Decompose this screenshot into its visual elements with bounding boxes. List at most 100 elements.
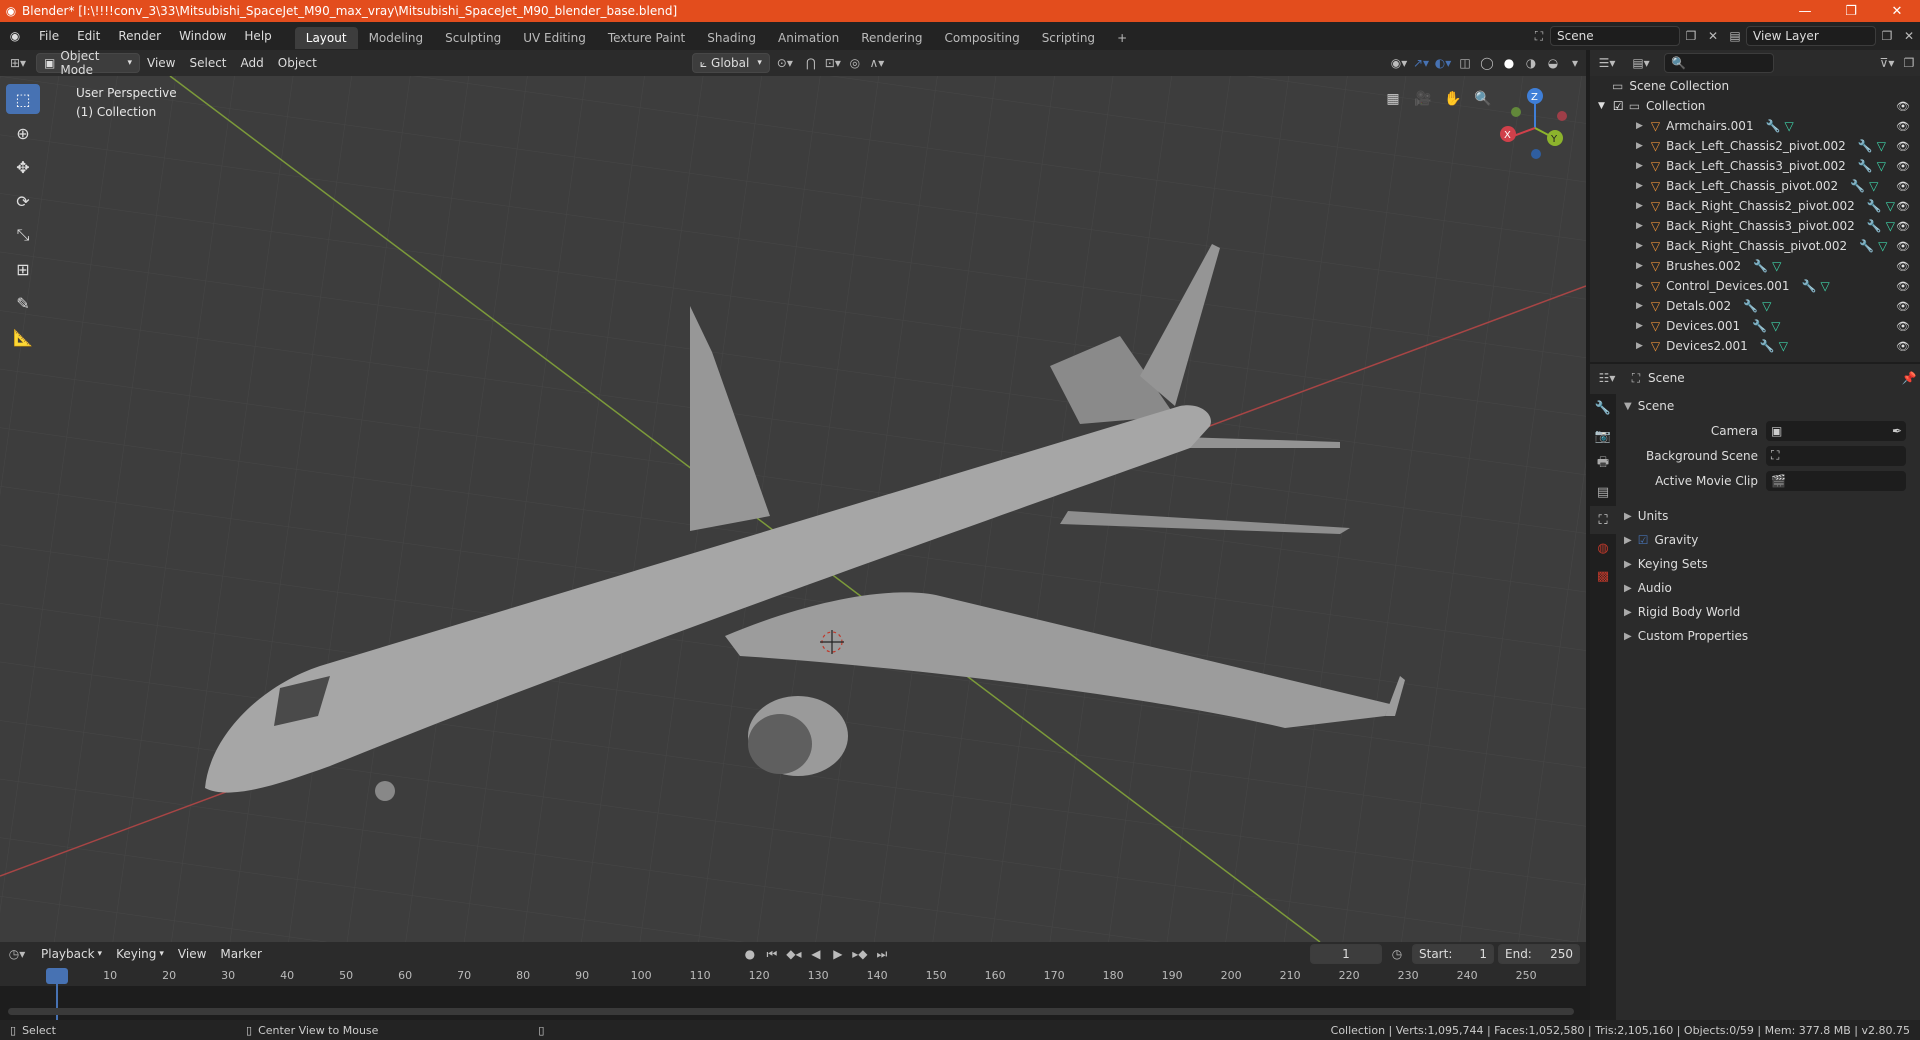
wireframe-shading-icon[interactable]: ◯ [1476,53,1498,73]
measure-tool-icon[interactable]: 📐 [6,322,40,352]
properties-editor-icon[interactable]: ☷▾ [1590,368,1624,388]
eye-icon[interactable]: 👁 [1896,320,1910,333]
outliner-item[interactable]: ▶ ▽ Back_Left_Chassis3_pivot.002 🔧 ▽ 👁 [1590,156,1920,176]
outliner-item[interactable]: ▶ ▽ Control_Devices.001 🔧 ▽ 👁 [1590,276,1920,296]
record-icon[interactable]: ● [739,944,761,964]
menu-playback[interactable]: Playback ▾ [34,944,109,964]
editor-type-icon[interactable]: ⊞▾ [0,53,36,73]
expand-arrow-icon[interactable]: ▶ [1636,141,1643,151]
eye-icon[interactable]: 👁 [1896,220,1910,233]
expand-arrow-icon[interactable]: ▶ [1636,341,1643,351]
modifier-wrench-icon[interactable]: 🔧 [1760,339,1775,353]
modifier-wrench-icon[interactable]: 🔧 [1858,159,1873,173]
outliner-item[interactable]: ▶ ▽ Brushes.002 🔧 ▽ 👁 [1590,256,1920,276]
tab-layout[interactable]: Layout [294,27,358,49]
mesh-data-icon[interactable]: ▽ [1772,259,1781,273]
timeline-scrollbar[interactable] [8,1008,1574,1015]
mesh-data-icon[interactable]: ▽ [1779,339,1788,353]
current-frame-field[interactable]: 1 [1310,944,1382,964]
gizmo-neg-z[interactable] [1531,149,1541,159]
mesh-data-icon[interactable]: ▽ [1771,319,1780,333]
eye-icon[interactable]: 👁 [1896,120,1910,133]
eye-icon[interactable]: 👁 [1896,200,1910,213]
new-scene-icon[interactable]: ❐ [1680,26,1702,46]
expand-arrow-icon[interactable]: ▶ [1636,241,1643,251]
gizmo-neg-x[interactable] [1557,111,1567,121]
tab-rendering[interactable]: Rendering [850,27,933,49]
keying-sets-panel[interactable]: ▶ Keying Sets [1616,552,1920,576]
modifier-wrench-icon[interactable]: 🔧 [1867,199,1882,213]
proportional-edit-icon[interactable]: ◎ [844,53,866,73]
mesh-data-icon[interactable]: ▽ [1886,199,1895,213]
next-keyframe-icon[interactable]: ▸◆ [849,944,871,964]
menu-file[interactable]: File [30,22,68,50]
play-reverse-icon[interactable]: ◀ [805,944,827,964]
menu-keying[interactable]: Keying ▾ [109,944,171,964]
view-layer-tab-icon[interactable]: ▤ [1590,478,1616,506]
menu-select[interactable]: Select [182,53,233,73]
shading-options-icon[interactable]: ▾ [1564,53,1586,73]
mesh-data-icon[interactable]: ▽ [1821,279,1830,293]
timeline-editor-icon[interactable]: ◷▾ [0,944,34,964]
frame-ruler[interactable]: 1102030405060708090100110120130140150160… [0,966,1586,986]
end-frame-field[interactable]: End: 250 [1498,944,1580,964]
visibility-icon[interactable]: ◉▾ [1388,53,1410,73]
eye-icon[interactable]: 👁 [1896,160,1910,173]
tab-compositing[interactable]: Compositing [933,27,1030,49]
scene-selector[interactable]: Scene [1550,26,1680,46]
eye-icon[interactable]: 👁 [1896,240,1910,253]
mesh-data-icon[interactable]: ▽ [1878,239,1887,253]
gizmo-neg-y[interactable] [1511,107,1521,117]
expand-arrow-icon[interactable]: ▼ [1598,101,1605,111]
modifier-wrench-icon[interactable]: 🔧 [1850,179,1865,193]
menu-render[interactable]: Render [109,22,170,50]
delete-view-layer-icon[interactable]: ✕ [1898,26,1920,46]
menu-object[interactable]: Object [271,53,324,73]
outliner-item[interactable]: ▶ ▽ Devices2.001 🔧 ▽ 👁 [1590,336,1920,356]
select-box-tool-icon[interactable]: ⬚ [6,84,40,114]
expand-arrow-icon[interactable]: ▶ [1636,181,1643,191]
menu-view[interactable]: View [140,53,182,73]
zoom-icon[interactable]: 🔍 [1470,86,1496,112]
falloff-icon[interactable]: ∧▾ [866,53,888,73]
display-mode-icon[interactable]: ▤▾ [1624,53,1658,73]
rotate-tool-icon[interactable]: ⟳ [6,186,40,216]
playhead[interactable] [46,968,68,984]
mode-dropdown[interactable]: ▣ Object Mode ▾ [36,49,140,77]
move-tool-icon[interactable]: ✥ [6,152,40,182]
jump-start-icon[interactable]: ⏮ [761,944,783,964]
tab-shading[interactable]: Shading [696,27,767,49]
outliner-item[interactable]: ▶ ▽ Back_Left_Chassis2_pivot.002 🔧 ▽ 👁 [1590,136,1920,156]
eye-icon[interactable]: 👁 [1896,140,1910,153]
collection-row[interactable]: ▼ ☑ ▭ Collection 👁 [1590,96,1920,116]
eye-icon[interactable]: 👁 [1896,260,1910,273]
overlay-icon[interactable]: ◐▾ [1432,53,1454,73]
play-icon[interactable]: ▶ [827,944,849,964]
outliner-item[interactable]: ▶ ▽ Back_Right_Chassis_pivot.002 🔧 ▽ 👁 [1590,236,1920,256]
menu-timeline-view[interactable]: View [171,944,213,964]
modifier-wrench-icon[interactable]: 🔧 [1867,219,1882,233]
snap-target-icon[interactable]: ⊡▾ [822,53,844,73]
modifier-wrench-icon[interactable]: 🔧 [1752,319,1767,333]
eye-icon[interactable]: 👁 [1896,280,1910,293]
scene-tab-icon[interactable]: ⛶ [1590,506,1616,534]
timeline-body[interactable]: 1102030405060708090100110120130140150160… [0,966,1586,1020]
tab-scripting[interactable]: Scripting [1031,27,1106,49]
outliner-search-input[interactable]: 🔍 [1664,53,1774,73]
pin-icon[interactable]: 📌 [1898,368,1920,388]
menu-marker[interactable]: Marker [213,944,268,964]
scene-collection-row[interactable]: ▭ Scene Collection [1590,76,1920,96]
gizmo-icon[interactable]: ↗▾ [1410,53,1432,73]
modifier-wrench-icon[interactable]: 🔧 [1753,259,1768,273]
outliner-item[interactable]: ▶ ▽ Back_Right_Chassis3_pivot.002 🔧 ▽ 👁 [1590,216,1920,236]
new-collection-icon[interactable]: ❐ [1898,53,1920,73]
modifier-wrench-icon[interactable]: 🔧 [1859,239,1874,253]
mesh-data-icon[interactable]: ▽ [1869,179,1878,193]
scene-panel-header[interactable]: ▼ Scene [1616,394,1920,418]
units-panel[interactable]: ▶ Units [1616,504,1920,528]
camera-icon[interactable]: 🎥 [1410,86,1436,112]
expand-arrow-icon[interactable]: ▶ [1636,301,1643,311]
view-layer-selector[interactable]: View Layer [1746,26,1876,46]
tab-animation[interactable]: Animation [767,27,850,49]
menu-add[interactable]: Add [234,53,271,73]
